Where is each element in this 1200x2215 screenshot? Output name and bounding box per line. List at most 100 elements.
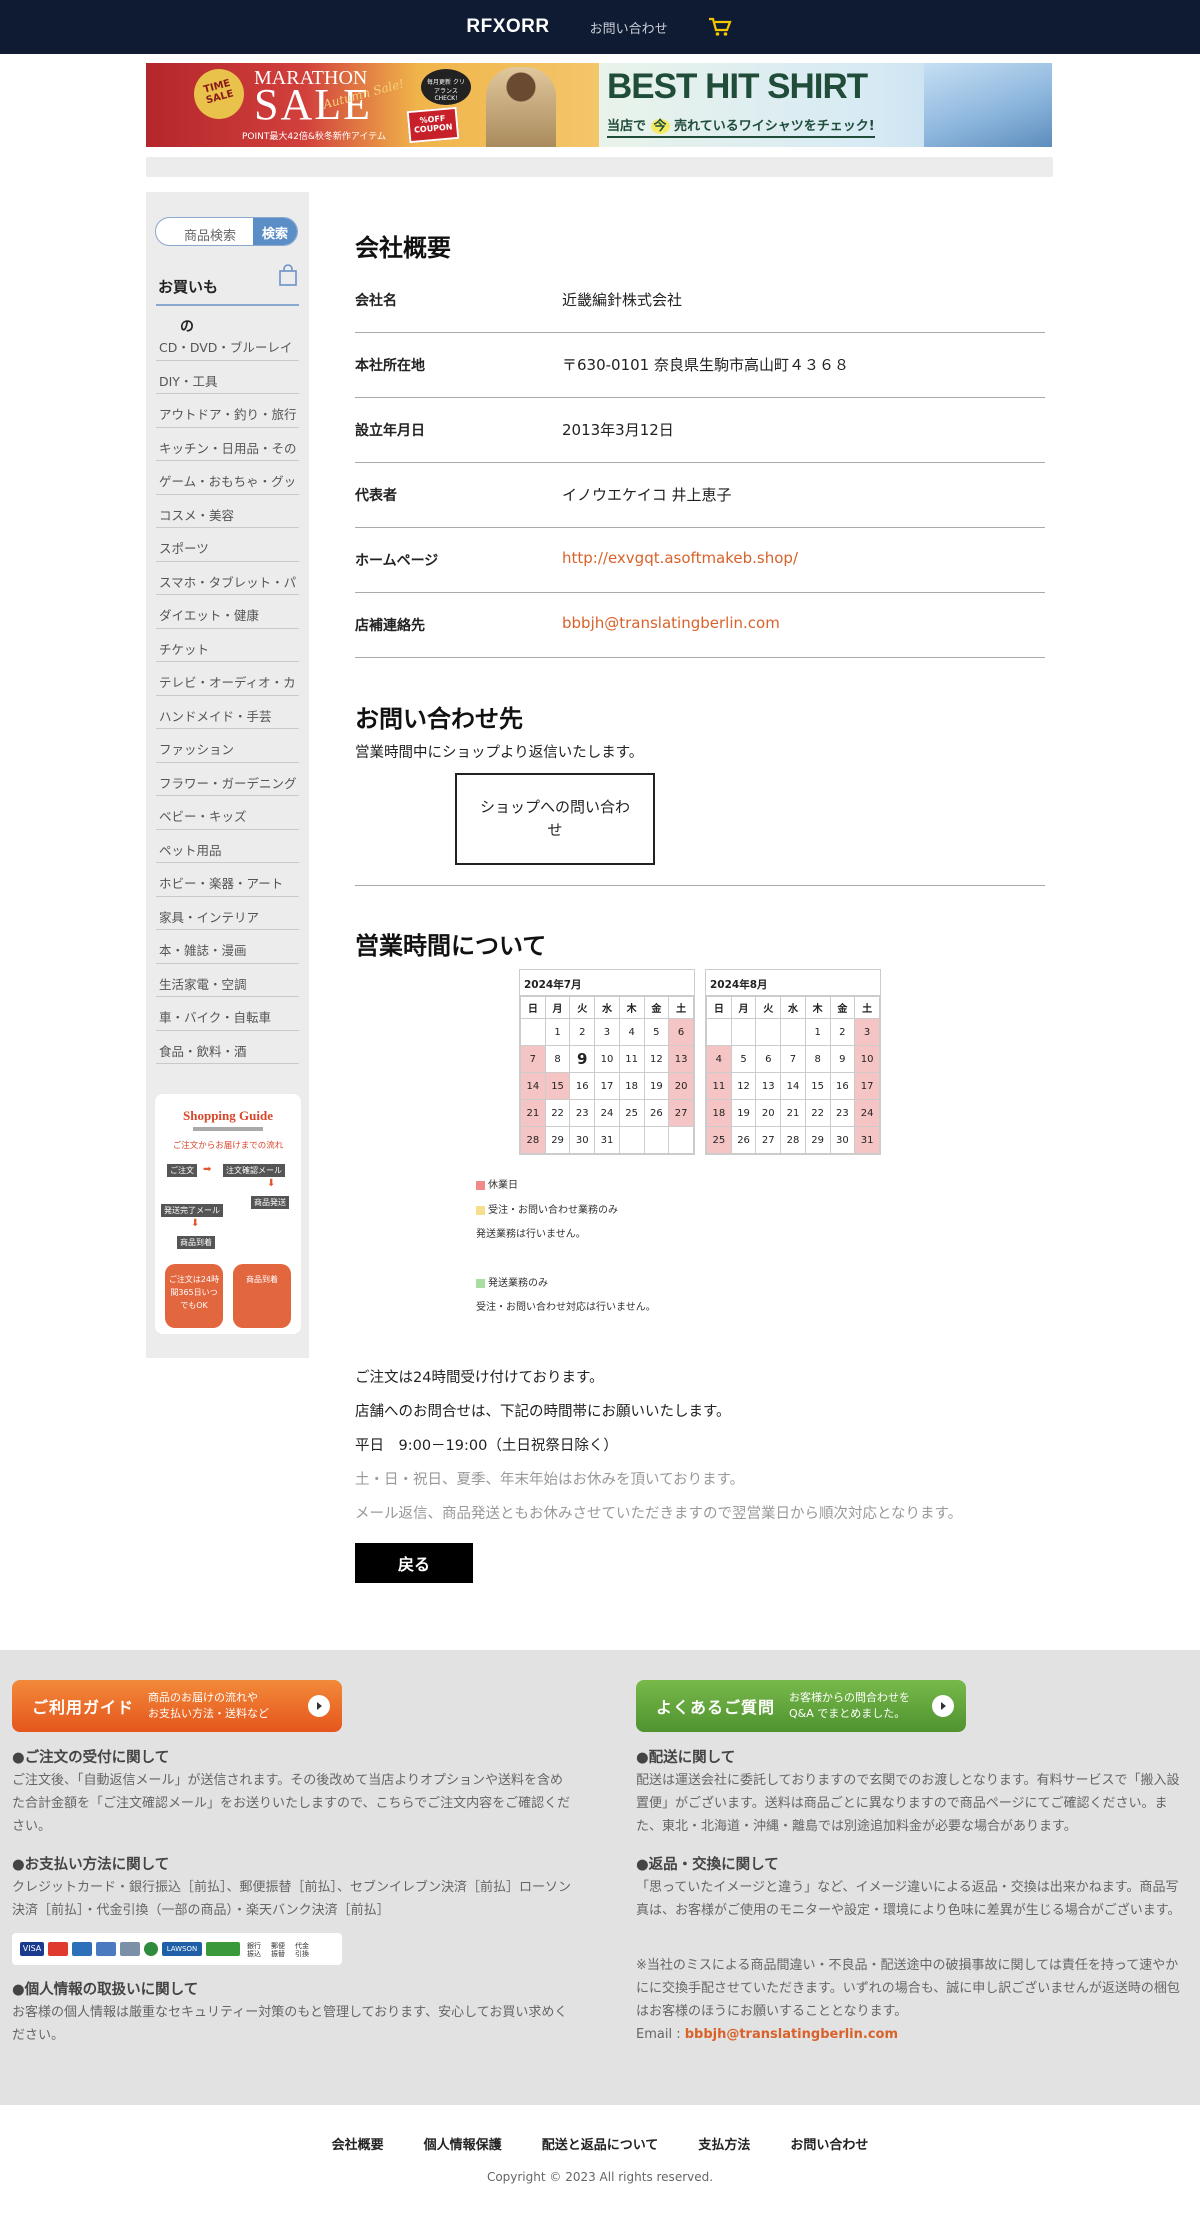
company-row-value: 2013年3月12日	[562, 421, 674, 439]
category-item[interactable]: 本・雑誌・漫画	[156, 930, 299, 964]
category-item[interactable]: ベビー・キッズ	[156, 796, 299, 830]
category-item[interactable]: コスメ・美容	[156, 495, 299, 528]
best-hit-shirt-banner[interactable]: BEST HIT SHIRT 当店で 今 売れているワイシャツをチェック!	[599, 63, 1052, 147]
calendar-day: 14	[520, 1072, 546, 1100]
marathon-sale-banner[interactable]: TIME SALE MARATHON SALE Autumn Sale! POI…	[146, 63, 599, 147]
hours-gray-1: 土・日・祝日、夏季、年末年始はお休みを頂いております。	[355, 1472, 745, 1488]
calendar-day: 12	[643, 1045, 670, 1073]
calendar-day: 28	[520, 1126, 546, 1154]
calendar-day: 16	[569, 1072, 596, 1100]
calendar-day: 11	[706, 1072, 732, 1100]
search-input[interactable]: 商品検索	[184, 225, 236, 244]
category-item[interactable]: スマホ・タブレット・パ	[156, 562, 299, 595]
header-contact-link[interactable]: お問い合わせ	[590, 18, 668, 37]
footer-email-link[interactable]: bbbjh@translatingberlin.com	[685, 2027, 898, 2042]
usage-guide-label: ご利用ガイド	[32, 1698, 135, 1717]
calendar-day: 16	[829, 1072, 856, 1100]
weekday-header: 木	[618, 996, 645, 1019]
calendar-title: 2024年8月	[706, 970, 880, 996]
divider	[355, 885, 1045, 886]
category-item[interactable]: ホビー・楽器・アート	[156, 863, 299, 897]
calendar-day: 27	[668, 1099, 694, 1127]
model-photo	[486, 67, 556, 147]
weekday-header: 木	[804, 996, 831, 1019]
footer-nav-link[interactable]: 個人情報保護	[424, 2134, 502, 2153]
calendar-day	[706, 1018, 732, 1046]
order-text: ご注文後、「自動返信メール」が送信されます。その後改めて当店よりオプションや送料…	[12, 1773, 571, 1834]
diners-icon	[120, 1942, 140, 1956]
guide-step-ship-mail: 発送完了メール	[161, 1204, 223, 1217]
faq-label: よくあるご質問	[656, 1698, 776, 1717]
shopping-bag-icon	[278, 264, 298, 286]
footer-email: Email : bbbjh@translatingberlin.com	[636, 2024, 898, 2047]
calendar-day: 26	[643, 1099, 670, 1127]
hours-line-1: ご注文は24時間受け付けております。	[355, 1370, 604, 1386]
legend-holiday: 休業日	[476, 1176, 518, 1191]
category-item[interactable]: ゲーム・おもちゃ・グッ	[156, 461, 299, 495]
faq-button[interactable]: よくあるご質問 お客様からの問合わせを Q&A でまとめました。	[636, 1680, 966, 1732]
company-row: 店補連絡先 bbbjh@translatingberlin.com	[355, 595, 1045, 658]
shopping-heading: お買いも	[158, 278, 219, 296]
calendar-day: 8	[544, 1045, 571, 1073]
category-item[interactable]: スポーツ	[156, 528, 299, 562]
footer-nav-link[interactable]: お問い合わせ	[790, 2134, 868, 2153]
category-item[interactable]: 生活家電・空調	[156, 964, 299, 997]
weekday-header: 月	[544, 996, 571, 1019]
bank-transfer-icon: 銀行振込	[247, 1942, 261, 1958]
usage-guide-desc: 商品のお届けの流れや お支払い方法・送料など	[148, 1691, 270, 1720]
hours-line-3: 平日 9:00－19:00（土日祝祭日除く）	[355, 1438, 618, 1454]
copyright: Copyright © 2023 All rights reserved.	[486, 2170, 714, 2184]
footer-nav-link[interactable]: 支払方法	[698, 2134, 750, 2153]
weekday-header: 水	[594, 996, 620, 1019]
category-item[interactable]: 食品・飲料・酒	[156, 1031, 299, 1064]
sale-text: SALE	[254, 80, 372, 129]
category-item[interactable]: テレビ・オーディオ・カ	[156, 662, 299, 696]
product-search: 商品検索 検索	[155, 217, 298, 246]
homepage-link[interactable]: http://exvgqt.asoftmakeb.shop/	[562, 549, 798, 567]
amex-icon	[96, 1942, 116, 1956]
category-item[interactable]: フラワー・ガーデニング	[156, 763, 299, 796]
calendar-day	[780, 1018, 806, 1046]
category-item[interactable]: ペット用品	[156, 830, 299, 863]
guide-step-confirm: 注文確認メール	[223, 1164, 285, 1177]
calendar-day: 1	[544, 1018, 571, 1046]
shipping-text: 配送は運送会社に委託しておりますので玄関でのお渡しとなります。有料サービスで「搬…	[636, 1773, 1180, 1834]
weekday-header: 日	[520, 996, 546, 1019]
category-item[interactable]: ハンドメイド・手芸	[156, 696, 299, 729]
shopping-guide-banner[interactable]: Shopping Guide ご注文からお届けまでの流れ ご注文 ➡ 注文確認メ…	[155, 1094, 301, 1334]
category-item[interactable]: CD・DVD・ブルーレイ	[156, 327, 299, 361]
hours-gray-2: メール返信、商品発送ともお休みさせていただきますので翌営業日から順次対応となりま…	[355, 1506, 963, 1522]
contact-email-link[interactable]: bbbjh@translatingberlin.com	[562, 614, 780, 632]
category-item[interactable]: ダイエット・健康	[156, 595, 299, 629]
footer-nav-link[interactable]: 会社概要	[332, 2134, 384, 2153]
chevron-right-icon	[308, 1695, 330, 1717]
calendar-day: 22	[804, 1099, 831, 1127]
usage-guide-button[interactable]: ご利用ガイド 商品のお届けの流れや お支払い方法・送料など	[12, 1680, 342, 1732]
site-header: RFXORR お問い合わせ	[0, 0, 1200, 54]
calendar-day: 25	[618, 1099, 645, 1127]
guide-wave	[193, 1127, 263, 1131]
calendar-day: 20	[755, 1099, 782, 1127]
calendar-day: 26	[730, 1126, 757, 1154]
calendar-day: 7	[520, 1045, 546, 1073]
search-button[interactable]: 検索	[253, 218, 297, 245]
category-item[interactable]: チケット	[156, 629, 299, 662]
category-item[interactable]: 車・バイク・自転車	[156, 997, 299, 1031]
site-logo[interactable]: RFXORR	[466, 16, 549, 38]
cart-icon[interactable]	[708, 16, 734, 38]
company-row-value: イノウエケイコ 井上恵子	[562, 486, 732, 504]
weekday-header: 金	[643, 996, 670, 1019]
company-row-label: 設立年月日	[355, 423, 425, 439]
footer-nav-link[interactable]: 配送と返品について	[542, 2134, 659, 2153]
shop-contact-label: ショップへの問い合わせ	[479, 797, 630, 839]
category-item[interactable]: 家具・インテリア	[156, 897, 299, 930]
back-button[interactable]: 戻る	[355, 1543, 473, 1583]
category-item[interactable]: アウトドア・釣り・旅行	[156, 394, 299, 428]
company-row-label: 会社名	[355, 293, 397, 309]
category-item[interactable]: DIY・工具	[156, 361, 299, 394]
category-item[interactable]: ファッション	[156, 729, 299, 763]
category-item[interactable]: キッチン・日用品・その	[156, 428, 299, 461]
shop-contact-button[interactable]: ショップへの問い合わせ	[455, 773, 655, 865]
guide-step-arrive: 商品到着	[177, 1236, 215, 1249]
arrow-down-icon-2: ⬇	[191, 1218, 200, 1229]
